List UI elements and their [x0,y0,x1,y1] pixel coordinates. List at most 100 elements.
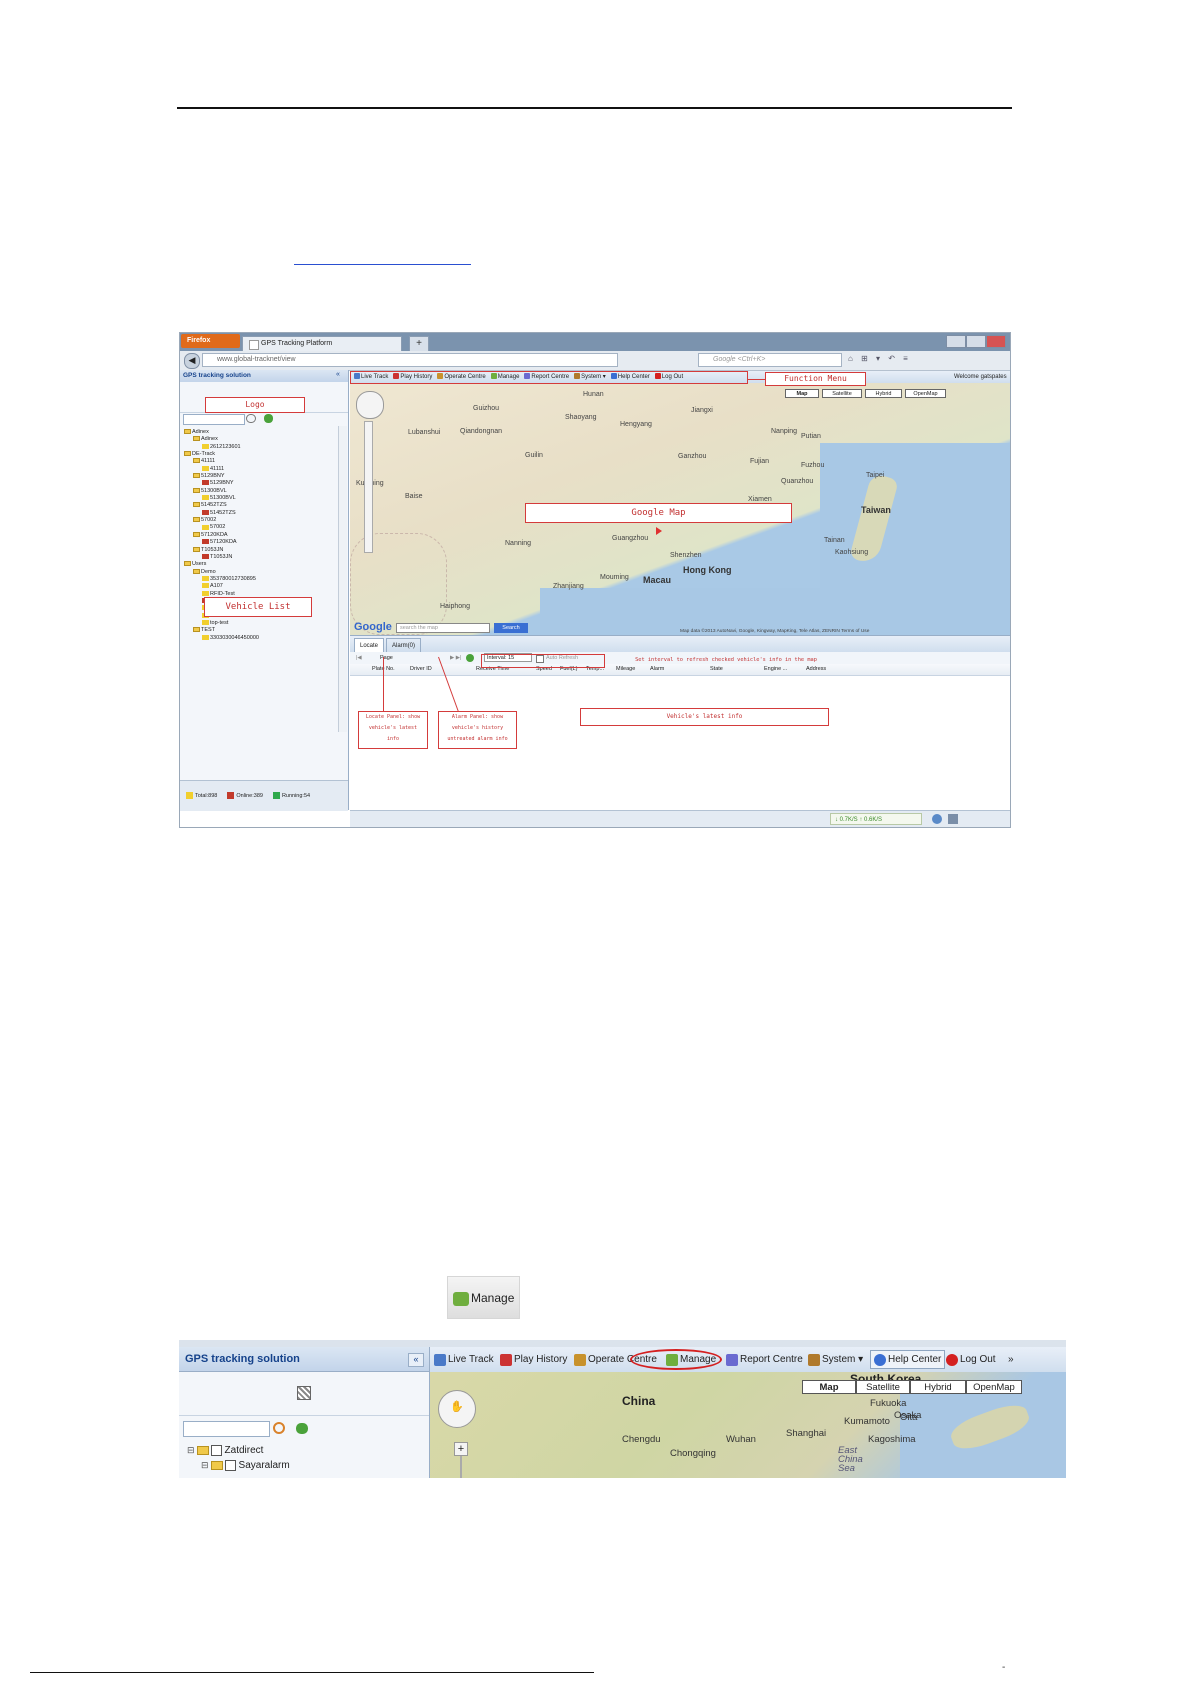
tree-node[interactable]: 2612123601 [184,444,336,451]
tree-node[interactable]: 51300BVL [184,495,336,502]
tree-node[interactable]: 51452TZS [184,502,336,509]
tree-node[interactable]: A107 [184,583,336,590]
tree-node[interactable]: 5129BNY [184,480,336,487]
addon-icon[interactable] [948,814,958,824]
tree-node[interactable]: Adinex [184,436,336,443]
menu-item-report-centre[interactable]: Report Centre [726,1347,803,1372]
tree-node[interactable]: ⊟ Sayaralarm [187,1458,290,1473]
tab-locate[interactable]: Locate [354,638,385,652]
back-arrow-icon[interactable]: ◀ [184,353,200,369]
menu-item-help-center[interactable]: Help Center [870,1350,946,1369]
first-page-icon[interactable]: |◀ [356,652,362,664]
tree-node[interactable]: 41111 [184,466,336,473]
tree-node[interactable]: T1053JN [184,547,336,554]
menu-item-label: Log Out [960,1354,996,1365]
tree-node[interactable]: Adinex [184,429,336,436]
tree-node[interactable]: 41111 [184,458,336,465]
tree-node[interactable]: 51300BVL [184,488,336,495]
menu-item-live-track[interactable]: Live Track [434,1347,494,1372]
map-type-hybrid[interactable]: Hybrid [865,389,902,398]
map-place-label: Quanzhou [781,478,814,485]
tree-checkbox[interactable] [224,1459,236,1471]
vehicle-icon [202,575,209,581]
collapse-icon[interactable]: « [408,1353,424,1367]
map-type-openmap[interactable]: OpenMap [905,389,946,398]
document-link[interactable] [294,250,471,265]
browser-tab[interactable]: GPS Tracking Platform [242,336,402,351]
expand-icon[interactable]: ⊟ [187,1445,195,1455]
tree-checkbox[interactable] [210,1444,222,1456]
tree-node[interactable]: 51452TZS [184,510,336,517]
pan-control-icon[interactable] [356,391,384,419]
close-icon[interactable] [986,335,1006,348]
map-search-button[interactable]: Search [494,623,528,633]
tree-node-label: Zatdirect [224,1445,264,1456]
tree-node[interactable]: 5129BNY [184,473,336,480]
toolbar-icons[interactable]: ⌂ ⊞ ▾ ↶ ≡ [848,354,911,363]
tree-node[interactable]: 57120KDA [184,532,336,539]
search-icon[interactable] [246,414,256,423]
tree-node[interactable]: 57002 [184,517,336,524]
next-page-icon[interactable]: ▶ ▶| [450,652,461,664]
search-icon[interactable] [273,1422,285,1434]
expand-icon[interactable]: ⊟ [201,1460,209,1470]
tree-node[interactable]: ⊟ Zatdirect [187,1443,290,1458]
tree-node[interactable]: Users [184,561,336,568]
tree-node[interactable]: 3303030046450000 [184,635,336,642]
zoom-slider[interactable] [364,421,373,553]
menu-item-log-out[interactable]: Log Out [946,1347,996,1372]
tab-alarm[interactable]: Alarm(0) [386,638,422,652]
vehicle-marker-icon[interactable] [656,527,662,535]
map-place-label: Tainan [824,537,845,544]
map-type-hybrid[interactable]: Hybrid [910,1380,966,1394]
map-place-label: Lubanshui [408,429,441,436]
tree-node[interactable]: Demo [184,569,336,576]
column-header[interactable]: Driver ID [410,664,432,675]
zoom-slider[interactable] [460,1456,462,1478]
map-type-openmap[interactable]: OpenMap [966,1380,1022,1394]
tree-node[interactable]: 57120KDA [184,539,336,546]
operate-centre-icon [574,1353,586,1366]
vehicle-search-input[interactable] [183,1421,270,1437]
map-type-satellite[interactable]: Satellite [856,1380,910,1394]
google-map[interactable]: South KoreaGwangjuBusanTokyoChinaFukuoka… [430,1372,1066,1478]
tree-node[interactable]: TEST [184,627,336,634]
sidebar-scrollbar[interactable] [338,426,347,732]
map-place-label: Zhanjiang [553,583,584,590]
function-menu: Live Track Play History Operate Centre Mana… [430,1347,1066,1373]
firefox-menu-button[interactable]: Firefox [181,334,240,348]
addon-icon[interactable] [932,814,942,824]
zoom-in-icon[interactable]: + [454,1442,468,1456]
map-place-label: Wuhan [726,1434,756,1445]
tree-node[interactable]: T1053JN [184,554,336,561]
refresh-icon[interactable] [264,414,273,423]
minimize-icon[interactable] [946,335,966,348]
address-bar[interactable]: www.global-tracknet/view [202,353,618,367]
maximize-icon[interactable] [966,335,986,348]
map-place-label: Guangzhou [612,535,649,542]
vehicle-search-input[interactable] [183,414,245,425]
callout-function-menu: Function Menu [765,372,866,386]
tree-node[interactable]: top-test [184,620,336,627]
map-type-map[interactable]: Map [785,389,819,398]
system-icon [808,1353,820,1366]
menu-item-system[interactable]: System ▾ [808,1347,863,1372]
map-search-input[interactable]: search the map [396,623,490,633]
menu-item-play-history[interactable]: Play History [500,1347,567,1372]
tree-node[interactable]: 57002 [184,524,336,531]
browser-search-input[interactable]: Google <Ctrl+K> [698,353,842,367]
refresh-icon[interactable] [466,654,474,662]
tree-node[interactable]: 353780012730895 [184,576,336,583]
vehicle-icon [202,590,209,596]
tree-node-label: 41111 [210,465,225,472]
tree-node-label: Demo [201,568,216,575]
map-type-satellite[interactable]: Satellite [822,389,862,398]
map-type-map[interactable]: Map [802,1380,856,1394]
menu-item-more[interactable]: » [1008,1347,1014,1372]
tree-node-label: 57002 [210,524,226,531]
refresh-icon[interactable] [296,1423,308,1434]
collapse-icon[interactable]: « [336,371,340,378]
tree-node[interactable]: DE-Track [184,451,336,458]
folder-icon [184,561,191,567]
report-centre-icon [726,1353,738,1366]
